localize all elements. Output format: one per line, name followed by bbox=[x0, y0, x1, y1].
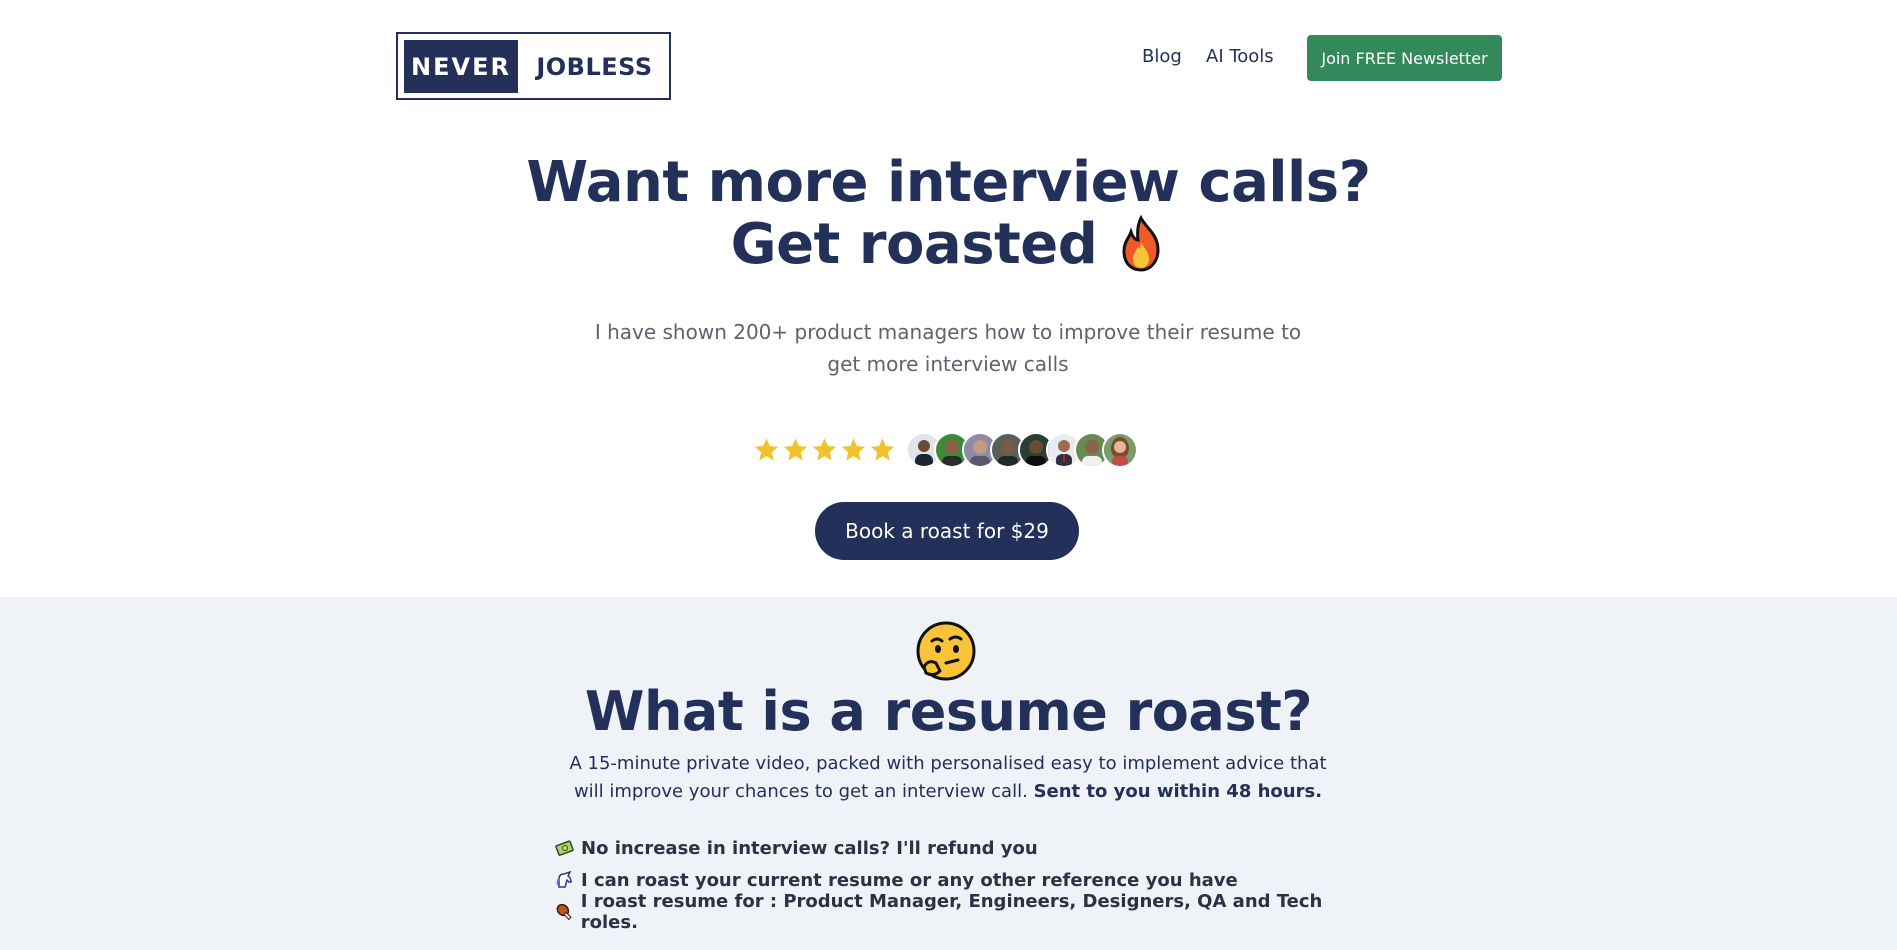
hero-title-line1: Want more interview calls? bbox=[526, 150, 1371, 215]
list-item: No increase in interview calls? I'll ref… bbox=[555, 832, 1375, 864]
site-header: NEVER JOBLESS Blog AI Tools Join FREE Ne… bbox=[0, 0, 1897, 120]
hero-title-line2: Get roasted bbox=[0, 214, 1897, 276]
list-item-text: I can roast your current resume or any o… bbox=[581, 869, 1238, 891]
unicorn-icon bbox=[556, 870, 572, 888]
money-icon bbox=[555, 840, 574, 856]
logo-text-jobless: JOBLESS bbox=[536, 52, 653, 81]
never-jobless-logo[interactable]: NEVER JOBLESS bbox=[396, 32, 671, 100]
nav-link-blog[interactable]: Blog bbox=[1142, 46, 1182, 67]
fire-icon bbox=[1122, 214, 1160, 272]
hero-title-line2-text: Get roasted bbox=[730, 212, 1098, 277]
star-icon bbox=[783, 438, 808, 461]
nav-link-ai-tools[interactable]: AI Tools bbox=[1206, 46, 1274, 67]
logo-text-never: NEVER bbox=[404, 40, 518, 93]
list-item: I roast resume for : Product Manager, En… bbox=[555, 891, 1375, 933]
list-item-text: I roast resume for : Product Manager, En… bbox=[580, 891, 1323, 933]
thinking-face-icon bbox=[916, 621, 976, 681]
customer-avatars bbox=[906, 432, 1138, 468]
drumstick-icon bbox=[556, 903, 572, 921]
avatar bbox=[1102, 432, 1138, 468]
star-icon bbox=[870, 438, 895, 461]
benefits-list: No increase in interview calls? I'll ref… bbox=[555, 832, 1375, 933]
section-title: What is a resume roast? bbox=[584, 680, 1313, 743]
rating-stars bbox=[752, 436, 897, 464]
star-icon bbox=[812, 438, 837, 461]
section-description: A 15-minute private video, packed with p… bbox=[560, 750, 1336, 806]
join-newsletter-button[interactable]: Join FREE Newsletter bbox=[1307, 35, 1502, 81]
star-icon bbox=[841, 438, 866, 461]
hero-title: Want more interview calls? Get roasted bbox=[0, 152, 1897, 276]
list-item-text: No increase in interview calls? I'll ref… bbox=[581, 837, 1038, 859]
book-roast-button[interactable]: Book a roast for $29 bbox=[815, 502, 1079, 560]
hero-subtitle: I have shown 200+ product managers how t… bbox=[594, 320, 1302, 376]
star-icon bbox=[754, 438, 779, 461]
section-description-emphasis: Sent to you within 48 hours. bbox=[1033, 781, 1323, 802]
